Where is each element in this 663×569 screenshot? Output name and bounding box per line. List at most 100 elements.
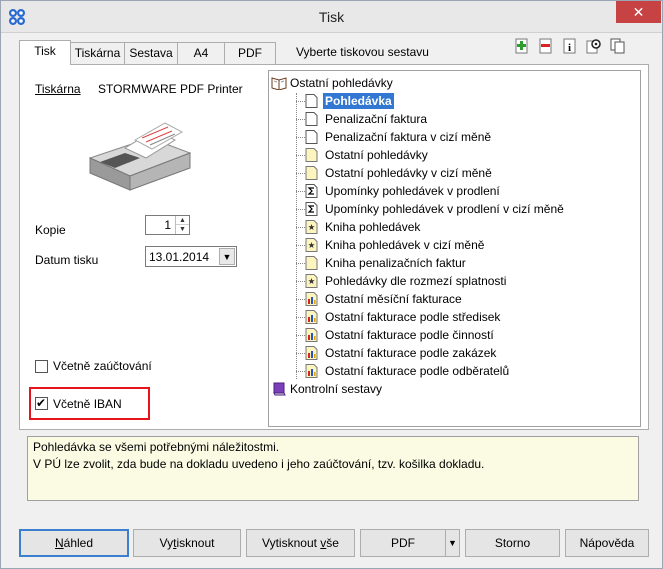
tree-item[interactable]: Ostatní fakturace podle odběratelů (290, 362, 630, 380)
add-icon[interactable] (514, 38, 530, 54)
tree-item-label: Ostatní fakturace podle odběratelů (325, 364, 510, 378)
tree-item[interactable]: Kniha pohledávek (290, 218, 630, 236)
info-icon[interactable]: i (562, 38, 578, 54)
tree-branch (296, 119, 305, 120)
tree-item-label: Kniha pohledávek (325, 220, 421, 234)
tree-item-label: Kniha pohledávek v cizí měně (325, 238, 485, 252)
tree-item[interactable]: Kniha penalizačních faktur (290, 254, 630, 272)
tree-item-label: Ostatní fakturace podle zakázek (325, 346, 497, 360)
printer-name: STORMWARE PDF Printer (98, 82, 243, 96)
tree-item[interactable]: Ostatní fakturace podle středisek (290, 308, 630, 326)
tab-pdf[interactable]: PDF (224, 42, 276, 64)
tree-branch (296, 137, 305, 138)
tree-item-label: Ostatní fakturace podle činností (325, 328, 494, 342)
close-icon: ✕ (632, 4, 645, 20)
sum-icon (305, 184, 318, 198)
bar-chart-icon (305, 328, 318, 342)
sum-icon (305, 202, 318, 216)
spin-down-icon[interactable]: ▼ (176, 225, 189, 234)
tree-group-kontrolni-sestavy[interactable]: Kontrolní sestavy (271, 380, 631, 398)
copies-label: Kopie (35, 223, 66, 237)
include-accounting-label: Včetně zaúčtování (53, 359, 152, 373)
tisk-tab-panel: Tiskárna STORMWARE PDF Printer Kopie 1 ▲… (19, 64, 649, 430)
svg-text:i: i (568, 42, 571, 54)
document-icon (305, 112, 318, 126)
preview-button[interactable]: Náhled (19, 529, 129, 557)
tree-group-ostatni-pohledavky[interactable]: Ostatní pohledávky (271, 74, 631, 92)
pdf-button[interactable]: PDF ▼ (360, 529, 460, 557)
copies-spin-buttons: ▲ ▼ (175, 216, 189, 234)
date-label: Datum tisku (35, 253, 99, 267)
tree-branch (296, 371, 305, 372)
window-title: Tisk (318, 9, 345, 25)
chevron-down-icon[interactable]: ▼ (445, 530, 459, 556)
report-tree[interactable]: Ostatní pohledávky Pohledávka Penalizačn… (268, 70, 641, 427)
copy-icon[interactable] (610, 38, 626, 54)
print-button[interactable]: Vytisknout (133, 529, 241, 557)
printer-link[interactable]: Tiskárna (35, 82, 81, 96)
tree-item[interactable]: Ostatní fakturace podle zakázek (290, 344, 630, 362)
print-all-button[interactable]: Vytisknout vše (246, 529, 355, 557)
tree-branch (296, 353, 305, 354)
tree-item[interactable]: Pohledávky dle rozmezí splatnosti (290, 272, 630, 290)
print-dialog: Tisk ✕ Tisk Tiskárna Sestava A4 PDF Vybe… (0, 0, 663, 569)
print-all-label-post: še (326, 536, 339, 550)
tree-item[interactable]: Upomínky pohledávek v prodlení (290, 182, 630, 200)
tree-branch (296, 317, 305, 318)
tree-item-label: Upomínky pohledávek v prodlení (325, 184, 500, 198)
report-description: Pohledávka se všemi potřebnými náležitos… (27, 436, 639, 501)
tree-item[interactable]: Pohledávka (290, 92, 630, 110)
tab-tiskarna[interactable]: Tiskárna (70, 42, 125, 64)
tree-branch (296, 155, 305, 156)
tree-item[interactable]: Ostatní pohledávky v cizí měně (290, 164, 630, 182)
tree-branch (296, 227, 305, 228)
tree-item[interactable]: Penalizační faktura (290, 110, 630, 128)
list-document-icon (305, 166, 318, 180)
remove-icon[interactable] (538, 38, 554, 54)
tree-group-label: Kontrolní sestavy (290, 382, 383, 396)
closed-book-icon (273, 382, 286, 396)
tree-item-label: Penalizační faktura v cizí měně (325, 130, 492, 144)
list-document-icon (305, 148, 318, 162)
help-button[interactable]: Nápověda (565, 529, 649, 557)
tree-item-label: Penalizační faktura (325, 112, 428, 126)
tree-item-label: Kniha penalizačních faktur (325, 256, 466, 270)
include-iban-label: Včetně IBAN (53, 397, 122, 411)
tree-branch (296, 173, 305, 174)
printer-icon (88, 122, 192, 191)
list-document-icon (305, 256, 318, 270)
tree-item-label: Pohledávka (323, 93, 394, 109)
tree-item[interactable]: Ostatní fakturace podle činností (290, 326, 630, 344)
include-iban-checkbox[interactable]: ✔ (35, 396, 48, 410)
copies-stepper[interactable]: 1 ▲ ▼ (145, 215, 190, 235)
tree-item[interactable]: Ostatní měsíční fakturace (290, 290, 630, 308)
tree-item[interactable]: Ostatní pohledávky (290, 146, 630, 164)
description-line: V PÚ lze zvolit, zda bude na dokladu uve… (33, 457, 485, 471)
tree-item-label: Ostatní pohledávky v cizí měně (325, 166, 492, 180)
close-button[interactable]: ✕ (616, 1, 661, 23)
copies-value: 1 (164, 218, 171, 232)
spin-up-icon[interactable]: ▲ (176, 216, 189, 225)
print-date-value: 13.01.2014 (149, 250, 210, 264)
tab-a4[interactable]: A4 (177, 42, 225, 64)
bar-chart-icon (305, 310, 318, 324)
include-accounting-checkbox[interactable] (35, 360, 48, 373)
cancel-button[interactable]: Storno (465, 529, 560, 557)
tree-item-label: Ostatní měsíční fakturace (325, 292, 462, 306)
tree-branch (296, 191, 305, 192)
print-all-label-pre: Vytisknout (262, 536, 321, 550)
document-icon (305, 94, 318, 108)
settings-icon[interactable] (586, 38, 602, 54)
tree-item[interactable]: Upomínky pohledávek v prodlení v cizí mě… (290, 200, 630, 218)
chevron-down-icon[interactable]: ▼ (219, 248, 235, 265)
tree-branch (296, 335, 305, 336)
tab-sestava[interactable]: Sestava (124, 42, 178, 64)
tab-tisk[interactable]: Tisk (19, 40, 71, 65)
tree-item-label: Pohledávky dle rozmezí splatnosti (325, 274, 507, 288)
bar-chart-icon (305, 292, 318, 306)
print-date-field[interactable]: 13.01.2014 ▼ (145, 246, 237, 267)
open-book-icon (271, 77, 287, 90)
tree-item[interactable]: Kniha pohledávek v cizí měně (290, 236, 630, 254)
tree-branch (296, 209, 305, 210)
tree-item[interactable]: Penalizační faktura v cizí měně (290, 128, 630, 146)
